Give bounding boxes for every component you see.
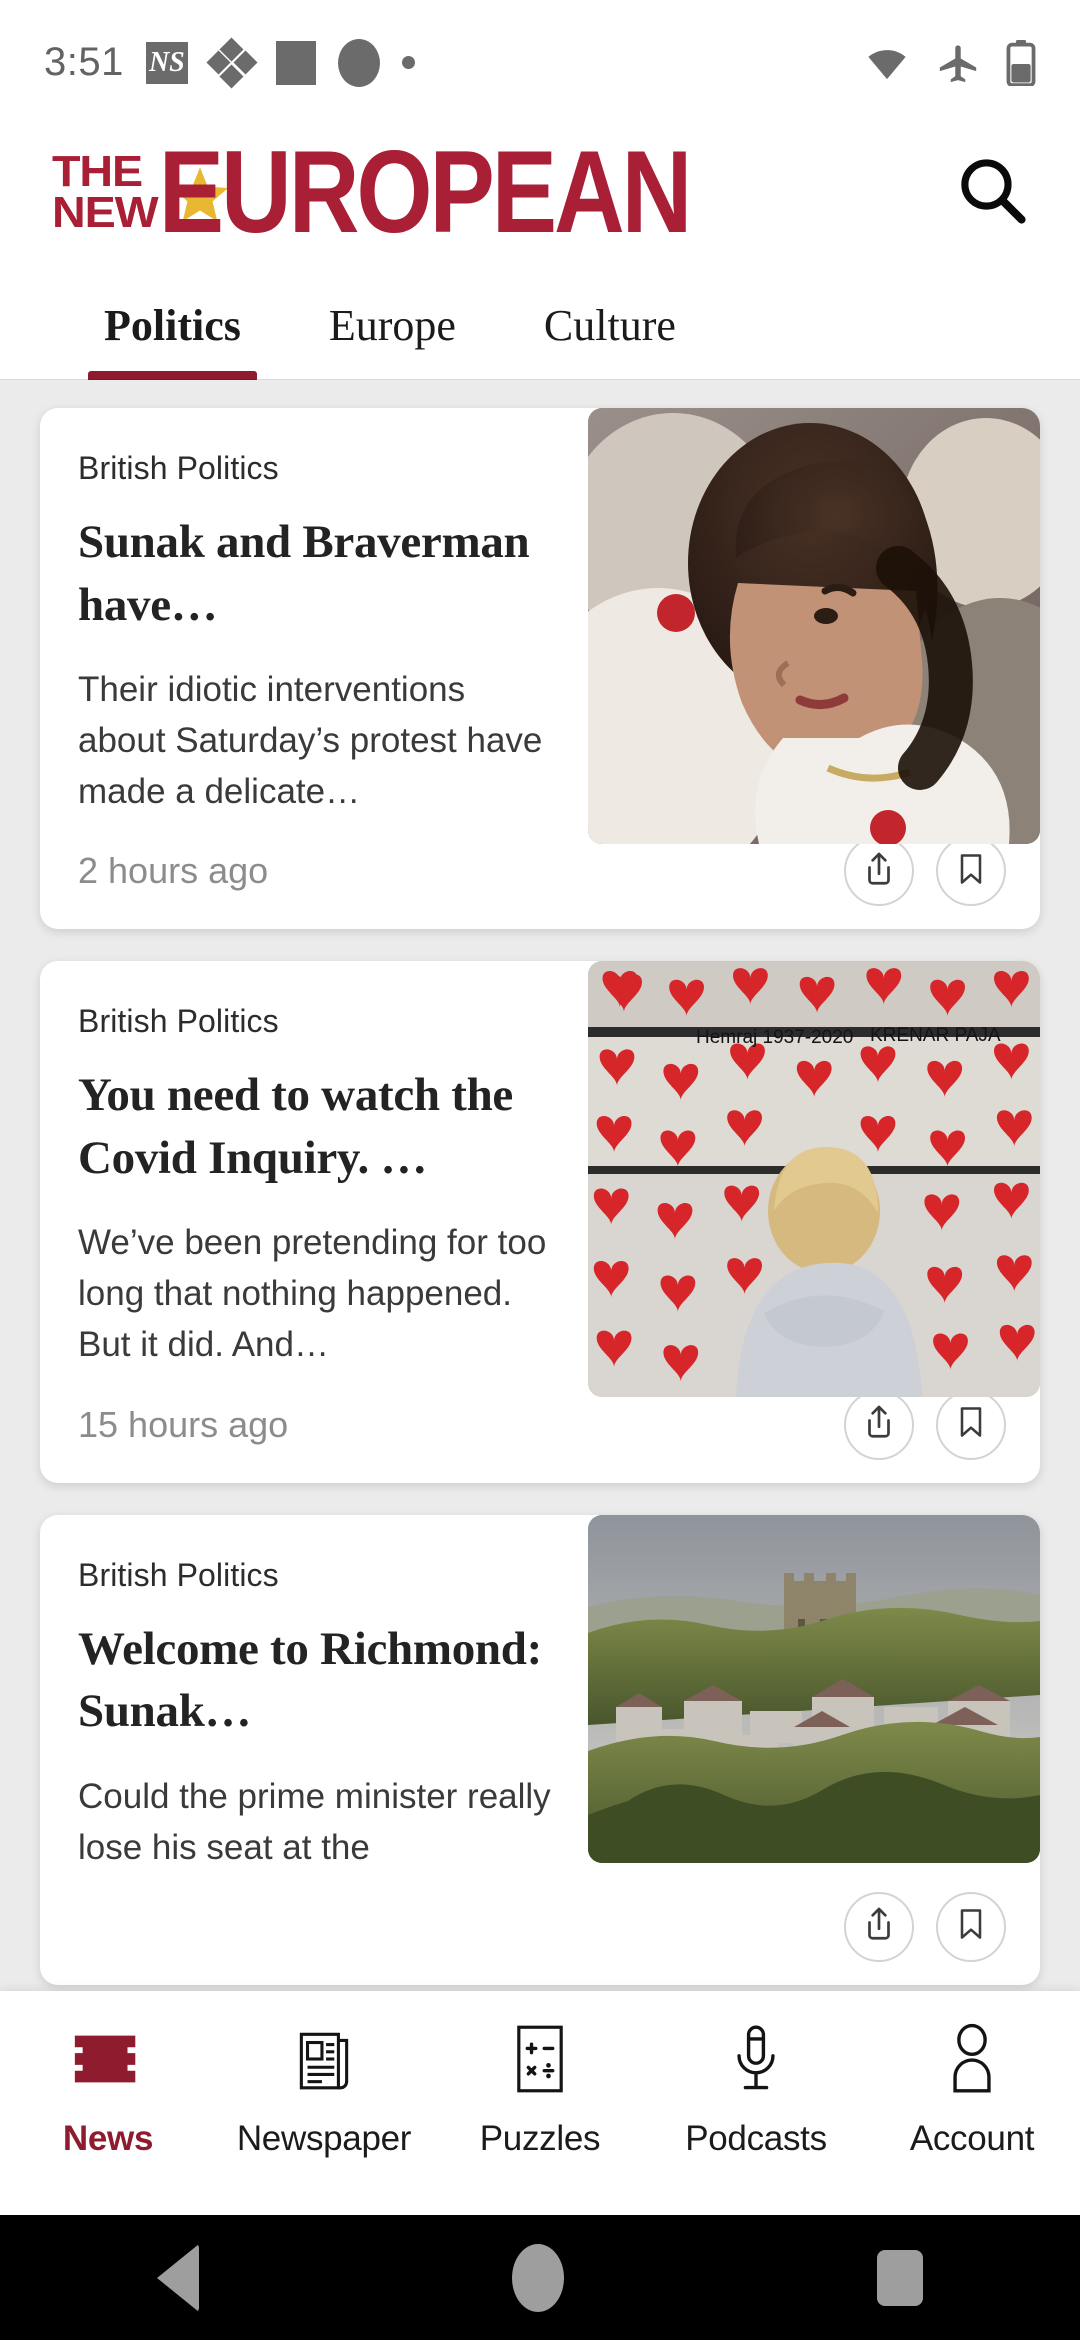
status-bar-clock: 3:51 xyxy=(44,40,124,84)
brand-logo-european: EUROPEAN xyxy=(158,126,692,258)
article-actions xyxy=(844,1891,1006,1962)
article-thumbnail[interactable]: Hemraj 1937-2020 KRENAR PAJA xyxy=(588,961,1040,1398)
article-headline: Sunak and Braverman have… xyxy=(78,516,530,631)
article-card-body: British Politics You need to watch the C… xyxy=(40,961,1040,1398)
tab-politics[interactable]: Politics xyxy=(60,260,285,382)
svg-text:Hemraj 1937-2020: Hemraj 1937-2020 xyxy=(696,1027,853,1048)
article-card[interactable]: British Politics You need to watch the C… xyxy=(40,961,1040,1483)
nav-item-newspaper[interactable]: Newspaper xyxy=(216,1991,432,2159)
wifi-icon xyxy=(864,44,910,82)
article-thumbnail[interactable] xyxy=(588,408,1040,844)
share-icon xyxy=(860,1403,898,1446)
article-category[interactable]: British Politics xyxy=(78,1003,558,1040)
search-button[interactable] xyxy=(944,145,1040,241)
nav-label-podcasts: Podcasts xyxy=(685,2119,827,2158)
nav-item-news[interactable]: News xyxy=(0,1991,216,2159)
article-excerpt: Their idiotic interventions about Saturd… xyxy=(78,670,543,812)
tab-europe-label: Europe xyxy=(328,301,456,350)
article-timestamp: 15 hours ago xyxy=(78,1403,289,1445)
brand-logo-line-the: THE xyxy=(52,147,143,197)
article-excerpt: We’ve been pretending for too long that … xyxy=(78,1223,547,1365)
article-category[interactable]: British Politics xyxy=(78,450,558,487)
share-icon xyxy=(860,1905,898,1948)
brand-logo-the-new: THE NEW xyxy=(52,147,159,237)
nav-label-account: Account xyxy=(909,2119,1035,2158)
svg-text:KRENAR PAJA: KRENAR PAJA xyxy=(870,1025,1001,1046)
article-headline: You need to watch the Covid Inquiry. … xyxy=(78,1069,513,1184)
tab-europe[interactable]: Europe xyxy=(285,260,500,380)
brand-logo-european-wrap: EUROPEAN xyxy=(158,133,692,250)
article-text: British Politics You need to watch the C… xyxy=(40,961,592,1370)
person-icon xyxy=(943,2021,1001,2097)
square-icon xyxy=(275,40,316,85)
article-text: British Politics Welcome to Richmond: Su… xyxy=(40,1515,592,1873)
status-bar-left: 3:51 NS xyxy=(44,36,415,89)
circle-icon xyxy=(337,38,380,87)
brand-logo[interactable]: THE NEW EUROPEAN xyxy=(52,133,944,250)
tab-politics-label: Politics xyxy=(104,301,241,350)
app-screen: 3:51 NS THE NEW EUROPEAN Politics Europe… xyxy=(0,0,1080,2340)
ns-app-icon: NS xyxy=(145,41,188,84)
nav-item-podcasts[interactable]: Podcasts xyxy=(648,1991,864,2159)
article-footer xyxy=(40,1873,1040,1985)
article-card[interactable]: British Politics Sunak and Braverman hav… xyxy=(40,408,1040,930)
search-icon xyxy=(955,153,1029,232)
article-headline: Welcome to Richmond: Sunak… xyxy=(78,1622,542,1738)
bookmark-icon xyxy=(953,1404,989,1445)
nav-label-news: News xyxy=(62,2119,154,2158)
share-button[interactable] xyxy=(844,1891,914,1962)
nav-label-puzzles: Puzzles xyxy=(479,2119,601,2158)
system-navigation-bar xyxy=(0,2215,1080,2340)
article-feed[interactable]: British Politics Sunak and Braverman hav… xyxy=(0,380,1080,1991)
share-button[interactable] xyxy=(844,1389,914,1460)
article-excerpt: Could the prime minister really lose his… xyxy=(78,1776,551,1867)
bookmark-button[interactable] xyxy=(936,1891,1006,1962)
category-tabs: Politics Europe Culture xyxy=(0,260,1080,386)
newspaper-icon xyxy=(292,2021,356,2097)
brand-logo-line-new: NEW xyxy=(52,187,159,237)
tab-culture[interactable]: Culture xyxy=(500,260,720,380)
battery-icon xyxy=(1006,39,1036,86)
diamond-icon xyxy=(206,36,258,89)
article-actions xyxy=(844,1389,1006,1460)
bookmark-button[interactable] xyxy=(936,1389,1006,1460)
bookmark-button[interactable] xyxy=(936,836,1006,907)
article-card-body: British Politics Welcome to Richmond: Su… xyxy=(40,1514,1040,1873)
airplane-mode-icon xyxy=(936,43,980,83)
puzzles-calculator-icon xyxy=(511,2021,569,2097)
article-text: British Politics Sunak and Braverman hav… xyxy=(40,408,592,817)
tab-culture-label: Culture xyxy=(543,301,676,350)
dot-icon xyxy=(401,56,415,69)
home-circle-icon[interactable] xyxy=(511,2243,564,2312)
back-triangle-icon[interactable] xyxy=(156,2243,199,2312)
status-bar: 3:51 NS xyxy=(0,0,1080,125)
article-card[interactable]: British Politics Welcome to Richmond: Su… xyxy=(40,1514,1040,1985)
microphone-icon xyxy=(728,2021,784,2097)
article-actions xyxy=(844,836,1006,907)
article-category[interactable]: British Politics xyxy=(78,1557,558,1594)
article-card-body: British Politics Sunak and Braverman hav… xyxy=(40,408,1040,844)
status-bar-right xyxy=(864,39,1036,86)
share-icon xyxy=(860,850,898,893)
news-lines-icon xyxy=(69,2021,147,2097)
masthead: THE NEW EUROPEAN xyxy=(0,125,1080,260)
article-thumbnail[interactable] xyxy=(588,1514,1040,1863)
bookmark-icon xyxy=(953,1906,989,1947)
nav-item-account[interactable]: Account xyxy=(864,1991,1080,2159)
bookmark-icon xyxy=(953,851,989,892)
recents-square-icon[interactable] xyxy=(877,2249,924,2306)
share-button[interactable] xyxy=(844,836,914,907)
nav-item-puzzles[interactable]: Puzzles xyxy=(432,1991,648,2159)
nav-label-newspaper: Newspaper xyxy=(236,2119,412,2158)
article-timestamp: 2 hours ago xyxy=(78,850,269,892)
bottom-navigation: News Newspaper Puzzles Podcasts Account xyxy=(0,1991,1080,2215)
